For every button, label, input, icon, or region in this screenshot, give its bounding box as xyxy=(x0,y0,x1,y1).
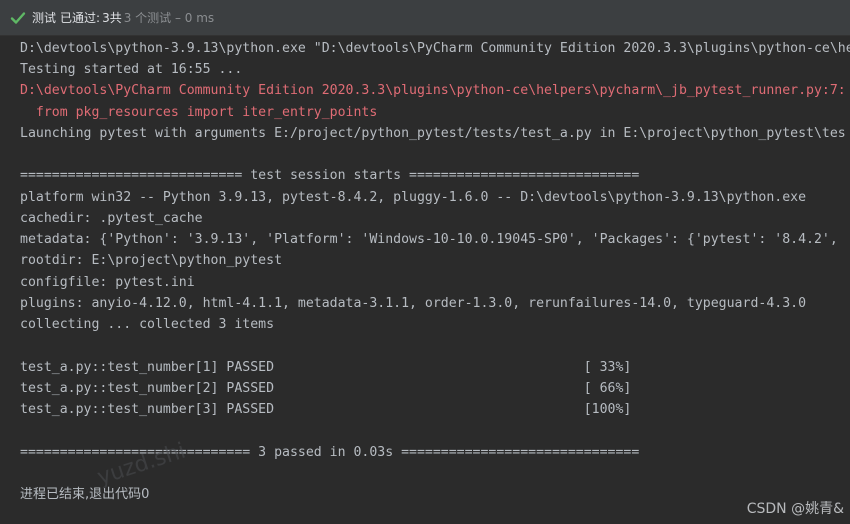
console-line: cachedir: .pytest_cache xyxy=(20,211,203,226)
console-line: configfile: pytest.ini xyxy=(20,275,195,290)
passed-count: 3共 xyxy=(102,11,122,25)
session-header: ============================ test sessio… xyxy=(20,168,640,183)
process-exit-line: 进程已结束,退出代码0 xyxy=(20,487,150,502)
csdn-watermark: CSDN @姚青& xyxy=(746,501,844,517)
console-line: Launching pytest with arguments E:/proje… xyxy=(20,126,846,141)
console-line-warning: from pkg_resources import iter_entry_poi… xyxy=(20,105,378,120)
console-line: platform win32 -- Python 3.9.13, pytest-… xyxy=(20,190,807,205)
console-line: D:\devtools\python-3.9.13\python.exe "D:… xyxy=(20,41,850,56)
total-tests: 3 个测试 – 0 ms xyxy=(123,11,215,25)
test-status-bar: 测试 已通过: 3共 3 个测试 – 0 ms xyxy=(0,0,850,36)
passed-label: 已通过: xyxy=(60,11,101,25)
session-summary: ============================= 3 passed i… xyxy=(20,445,640,460)
test-result-line: test_a.py::test_number[2] PASSED [ 66%] xyxy=(20,381,632,396)
console-line: metadata: {'Python': '3.9.13', 'Platform… xyxy=(20,232,838,247)
test-label: 测试 xyxy=(32,11,57,25)
console-line-warning: D:\devtools\PyCharm Community Edition 20… xyxy=(20,83,846,98)
run-console[interactable]: D:\devtools\python-3.9.13\python.exe "D:… xyxy=(0,36,850,524)
test-result-line: test_a.py::test_number[3] PASSED [100%] xyxy=(20,402,632,417)
test-result-line: test_a.py::test_number[1] PASSED [ 33%] xyxy=(20,360,632,375)
console-line: Testing started at 16:55 ... xyxy=(20,62,243,77)
console-line: rootdir: E:\project\python_pytest xyxy=(20,253,283,268)
console-line: plugins: anyio-4.12.0, html-4.1.1, metad… xyxy=(20,296,807,311)
check-icon xyxy=(10,11,26,24)
console-line: collecting ... collected 3 items xyxy=(20,317,275,332)
